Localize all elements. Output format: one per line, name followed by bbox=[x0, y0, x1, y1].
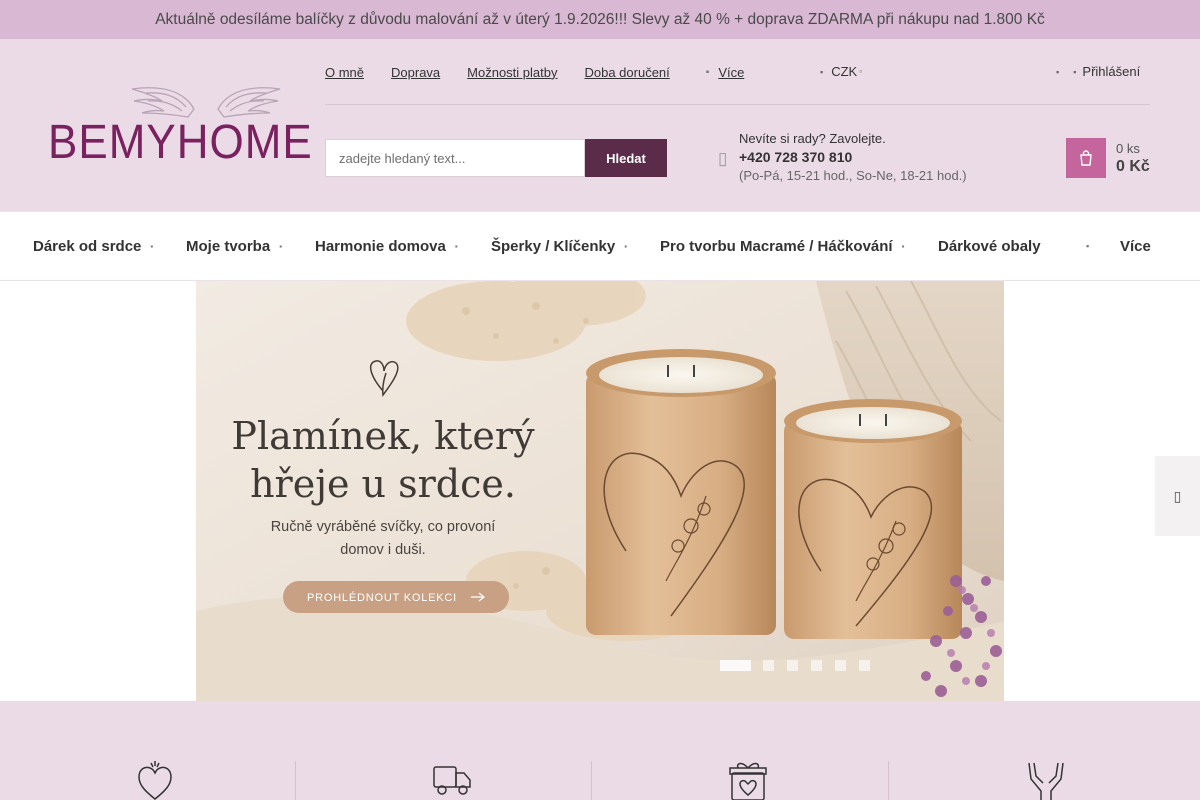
currency-selector[interactable]: ▪ CZK ▫ bbox=[820, 64, 862, 79]
link-moznosti-platby[interactable]: Možnosti platby bbox=[467, 65, 557, 80]
chevron-down-icon: ▪ bbox=[624, 241, 628, 251]
chevron-down-icon: ▪ bbox=[279, 241, 283, 251]
hero-headline-1: Plamínek, který bbox=[231, 414, 535, 458]
more-link[interactable]: Více bbox=[718, 65, 744, 80]
nav-item-label: Pro tvorbu Macramé / Háčkování bbox=[660, 237, 893, 255]
link-doba-doruceni[interactable]: Doba doručení bbox=[584, 65, 669, 80]
contact-hours: (Po-Pá, 15-21 hod., So-Ne, 18-21 hod.) bbox=[739, 168, 967, 183]
top-links: O mně Doprava Možnosti platby Doba doruč… bbox=[325, 64, 771, 80]
announcement-text: Aktuálně odesíláme balíčky z důvodu malo… bbox=[155, 10, 1045, 28]
gift-box-icon bbox=[728, 759, 768, 800]
hero-cta-button[interactable]: PROHLÉDNOUT KOLEKCI bbox=[283, 581, 509, 613]
search-input[interactable] bbox=[325, 139, 585, 177]
currency-icon: ▪ bbox=[820, 66, 824, 77]
cart-icon[interactable] bbox=[1066, 138, 1106, 178]
nav-item-darkove-obaly[interactable]: Dárkové obaly bbox=[938, 212, 1041, 280]
nav-item-label: Harmonie domova bbox=[315, 237, 446, 255]
slider-dot[interactable] bbox=[835, 660, 846, 671]
nav-item-moje-tvorba[interactable]: Moje tvorba ▪ bbox=[186, 212, 282, 280]
main-nav: Dárek od srdce ▪ Moje tvorba ▪ Harmonie do… bbox=[0, 211, 1200, 281]
heart-hand-icon bbox=[137, 759, 173, 800]
nav-item-label: Dárkové obaly bbox=[938, 237, 1041, 255]
more-links[interactable]: ▪ Více bbox=[706, 65, 772, 80]
cart[interactable]: 0 ks 0 Kč bbox=[1066, 138, 1150, 178]
logo[interactable]: BEMYHOME bbox=[48, 85, 312, 169]
slider-dot[interactable] bbox=[859, 660, 870, 671]
slider-dot[interactable] bbox=[763, 660, 774, 671]
chevron-down-icon: ▪ bbox=[901, 241, 905, 251]
hands-icon bbox=[1025, 759, 1067, 800]
more-dots-icon: ▪ bbox=[705, 66, 710, 78]
nav-item-label: Dárek od srdce bbox=[33, 237, 142, 255]
nav-item-pro-tvorbu[interactable]: Pro tvorbu Macramé / Háčkování ▪ bbox=[660, 212, 904, 280]
feature-divider bbox=[888, 761, 889, 800]
menu-icon: ▪ bbox=[1086, 241, 1090, 251]
user-icon: ▪ bbox=[1073, 66, 1077, 77]
contact-title: Nevíte si rady? Zavolejte. bbox=[739, 131, 886, 146]
currency-value: CZK bbox=[831, 64, 858, 79]
contact-phone[interactable]: +420 728 370 810 bbox=[739, 149, 967, 165]
header-divider bbox=[325, 104, 1150, 105]
search-form: Hledat bbox=[325, 139, 667, 177]
slider-dots bbox=[720, 660, 883, 671]
chevron-down-icon: ▪ bbox=[150, 241, 154, 251]
features-strip bbox=[0, 701, 1200, 800]
feature-divider bbox=[295, 761, 296, 800]
search-button[interactable]: Hledat bbox=[585, 139, 667, 177]
phone-icon: ▯ bbox=[718, 149, 728, 168]
hero-sub-1: Ručně vyráběné svíčky, co provoní bbox=[271, 519, 496, 535]
slider-dot[interactable] bbox=[787, 660, 798, 671]
nav-item-harmonie-domova[interactable]: Harmonie domova ▪ bbox=[315, 212, 458, 280]
feature-divider bbox=[591, 761, 592, 800]
slider-dot[interactable] bbox=[811, 660, 822, 671]
side-tab-icon: ▯ bbox=[1173, 487, 1182, 504]
nav-item-sperky-klicenky[interactable]: Šperky / Klíčenky ▪ bbox=[491, 212, 627, 280]
cart-count: 0 ks bbox=[1116, 140, 1140, 156]
hero-sub-2: domov i duši. bbox=[340, 542, 425, 558]
hero-banner[interactable]: Plamínek, který hřeje u srdce. Ručně vyr… bbox=[196, 281, 1004, 701]
hero-section: Plamínek, který hřeje u srdce. Ručně vyr… bbox=[0, 281, 1200, 701]
nav-item-label: Moje tvorba bbox=[186, 237, 271, 255]
slider-dot[interactable] bbox=[720, 660, 751, 671]
nav-item-darek-od-srdce[interactable]: Dárek od srdce ▪ bbox=[33, 212, 153, 280]
nav-item-label: Šperky / Klíčenky bbox=[491, 237, 616, 255]
announcement-bar: Aktuálně odesíláme balíčky z důvodu malo… bbox=[0, 0, 1200, 39]
banner-image: Plamínek, který hřeje u srdce. Ručně vyr… bbox=[196, 281, 1004, 701]
link-o-mne[interactable]: O mně bbox=[325, 65, 364, 80]
login-area[interactable]: ▪ ▪ Přihlášení bbox=[1056, 64, 1140, 79]
cart-price: 0 Kč bbox=[1116, 157, 1150, 175]
nav-more[interactable]: Více bbox=[1120, 212, 1151, 280]
wings-icon bbox=[131, 87, 281, 118]
side-panel-tab[interactable]: ▯ bbox=[1155, 456, 1200, 536]
chevron-down-icon: ▫ bbox=[859, 67, 863, 76]
nav-more-label: Více bbox=[1120, 237, 1151, 255]
link-doprava[interactable]: Doprava bbox=[391, 65, 440, 80]
hero-cta-label: PROHLÉDNOUT KOLEKCI bbox=[307, 591, 457, 604]
chevron-down-icon: ▪ bbox=[454, 241, 458, 251]
logo-text: BEMYHOME bbox=[48, 115, 313, 169]
register-icon[interactable]: ▪ bbox=[1056, 67, 1059, 77]
truck-icon bbox=[432, 759, 472, 800]
site-header: BEMYHOME O mně Doprava Možnosti platby D… bbox=[0, 39, 1200, 211]
login-link[interactable]: Přihlášení bbox=[1082, 64, 1140, 79]
hero-headline-2: hřeje u srdce. bbox=[250, 462, 516, 506]
